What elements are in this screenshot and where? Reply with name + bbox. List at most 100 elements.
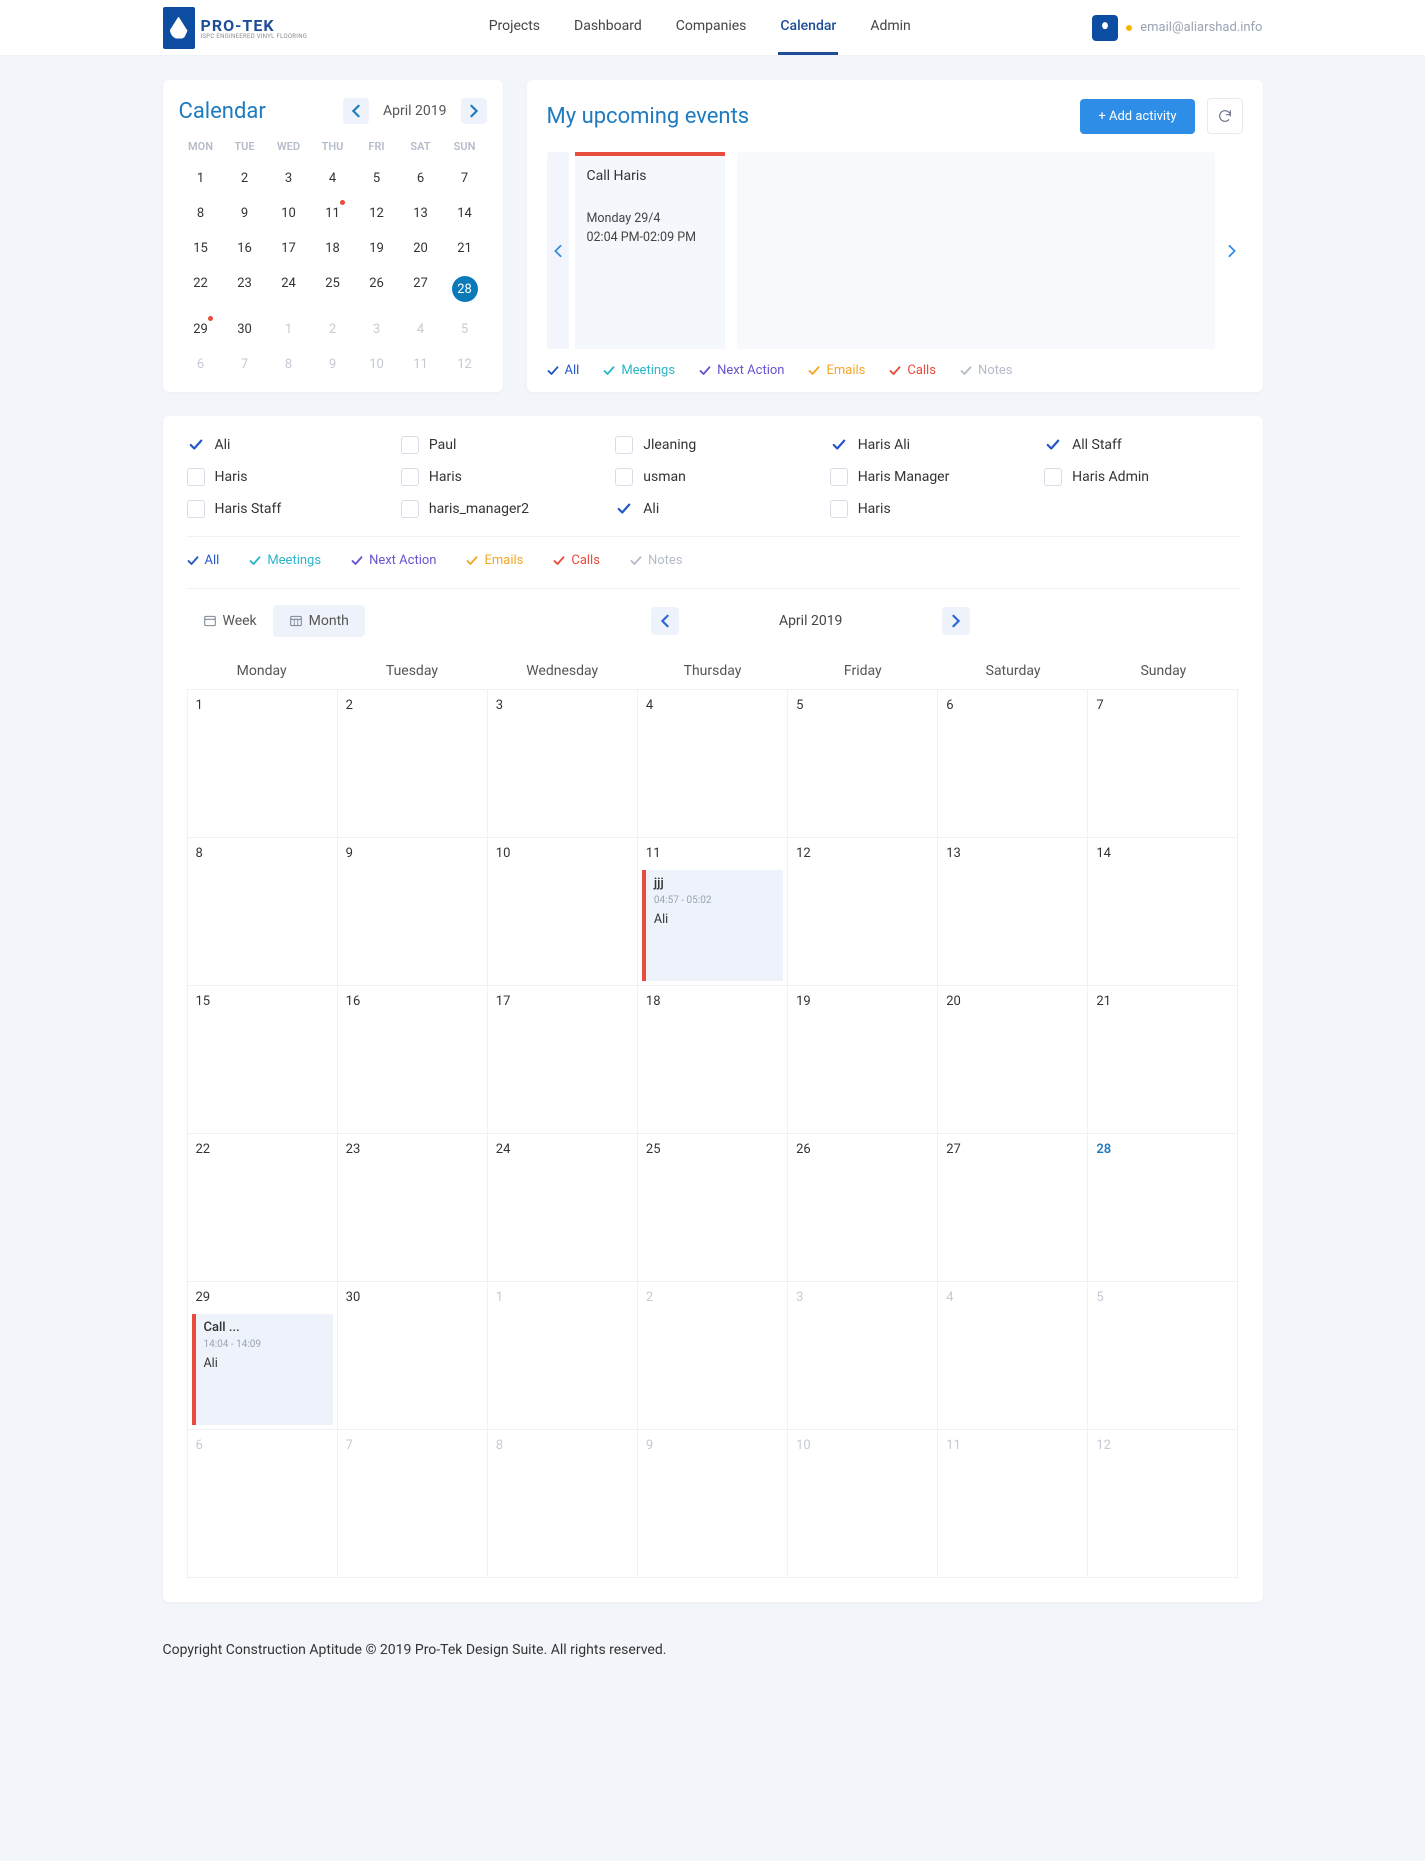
calendar-cell[interactable]: 23 bbox=[338, 1134, 488, 1282]
calendar-cell[interactable]: 26 bbox=[788, 1134, 938, 1282]
refresh-button[interactable] bbox=[1207, 98, 1243, 134]
calendar-cell[interactable]: 19 bbox=[788, 986, 938, 1134]
calendar-cell[interactable]: 28 bbox=[1088, 1134, 1238, 1282]
type-filter-next-action[interactable]: Next Action bbox=[351, 553, 436, 568]
mini-day[interactable]: 15 bbox=[179, 231, 223, 266]
calendar-cell[interactable]: 10 bbox=[788, 1430, 938, 1578]
calendar-cell[interactable]: 3 bbox=[788, 1282, 938, 1430]
calendar-cell[interactable]: 5 bbox=[1088, 1282, 1238, 1430]
calendar-cell[interactable]: 2 bbox=[338, 690, 488, 838]
calendar-cell[interactable]: 3 bbox=[488, 690, 638, 838]
mini-day[interactable]: 9 bbox=[223, 196, 267, 231]
events-filter-emails[interactable]: Emails bbox=[808, 363, 865, 378]
nav-item-dashboard[interactable]: Dashboard bbox=[572, 0, 644, 55]
mini-day[interactable]: 22 bbox=[179, 266, 223, 312]
calendar-cell[interactable]: 7 bbox=[338, 1430, 488, 1578]
mini-day[interactable]: 5 bbox=[355, 161, 399, 196]
mini-day[interactable]: 10 bbox=[355, 347, 399, 382]
calendar-event[interactable]: jjj04:57 - 05:02Ali bbox=[642, 870, 783, 981]
type-filter-meetings[interactable]: Meetings bbox=[249, 553, 321, 568]
mini-day[interactable]: 30 bbox=[223, 312, 267, 347]
mini-day[interactable]: 20 bbox=[399, 231, 443, 266]
type-filter-emails[interactable]: Emails bbox=[466, 553, 523, 568]
mini-day[interactable]: 19 bbox=[355, 231, 399, 266]
mini-day[interactable]: 24 bbox=[267, 266, 311, 312]
mini-day[interactable]: 14 bbox=[443, 196, 487, 231]
mini-day[interactable]: 12 bbox=[443, 347, 487, 382]
calendar-cell[interactable]: 20 bbox=[938, 986, 1088, 1134]
calendar-cell[interactable]: 11jjj04:57 - 05:02Ali bbox=[638, 838, 788, 986]
view-week-button[interactable]: Week bbox=[187, 605, 273, 637]
calendar-event[interactable]: Call ...14:04 - 14:09Ali bbox=[192, 1314, 333, 1425]
mini-day[interactable]: 10 bbox=[267, 196, 311, 231]
person-filter[interactable]: Haris Manager bbox=[830, 468, 1024, 486]
logo[interactable]: PRO-TEK ISPC ENGINEERED VINYL FLOORING bbox=[163, 7, 308, 49]
calendar-cell[interactable]: 14 bbox=[1088, 838, 1238, 986]
calendar-cell[interactable]: 1 bbox=[488, 1282, 638, 1430]
mini-day[interactable]: 1 bbox=[267, 312, 311, 347]
mini-day[interactable]: 2 bbox=[311, 312, 355, 347]
events-scroll-left[interactable] bbox=[547, 152, 569, 349]
mini-day[interactable]: 7 bbox=[223, 347, 267, 382]
person-filter[interactable]: Haris bbox=[401, 468, 595, 486]
calendar-cell[interactable]: 12 bbox=[788, 838, 938, 986]
mini-day[interactable]: 2 bbox=[223, 161, 267, 196]
calendar-cell[interactable]: 9 bbox=[338, 838, 488, 986]
month-prev-button[interactable] bbox=[651, 607, 679, 635]
add-activity-button[interactable]: + Add activity bbox=[1080, 99, 1194, 134]
mini-day[interactable]: 9 bbox=[311, 347, 355, 382]
mini-day[interactable]: 7 bbox=[443, 161, 487, 196]
person-filter[interactable]: All Staff bbox=[1044, 436, 1238, 454]
calendar-cell[interactable]: 24 bbox=[488, 1134, 638, 1282]
mini-day[interactable]: 27 bbox=[399, 266, 443, 312]
calendar-cell[interactable]: 16 bbox=[338, 986, 488, 1134]
calendar-cell[interactable]: 22 bbox=[188, 1134, 338, 1282]
type-filter-notes[interactable]: Notes bbox=[630, 553, 683, 568]
calendar-cell[interactable]: 17 bbox=[488, 986, 638, 1134]
calendar-cell[interactable]: 25 bbox=[638, 1134, 788, 1282]
mini-day[interactable]: 4 bbox=[399, 312, 443, 347]
person-filter[interactable]: Ali bbox=[187, 436, 381, 454]
mini-day[interactable]: 21 bbox=[443, 231, 487, 266]
nav-item-calendar[interactable]: Calendar bbox=[778, 0, 838, 55]
calendar-cell[interactable]: 13 bbox=[938, 838, 1088, 986]
calendar-cell[interactable]: 4 bbox=[938, 1282, 1088, 1430]
calendar-cell[interactable]: 21 bbox=[1088, 986, 1238, 1134]
mini-day[interactable]: 11 bbox=[399, 347, 443, 382]
events-scroll-right[interactable] bbox=[1221, 152, 1243, 349]
mini-day[interactable]: 6 bbox=[179, 347, 223, 382]
calendar-cell[interactable]: 6 bbox=[938, 690, 1088, 838]
mini-day[interactable]: 17 bbox=[267, 231, 311, 266]
mini-day[interactable]: 4 bbox=[311, 161, 355, 196]
calendar-cell[interactable]: 5 bbox=[788, 690, 938, 838]
person-filter[interactable]: usman bbox=[615, 468, 809, 486]
mini-day[interactable]: 3 bbox=[355, 312, 399, 347]
mini-day[interactable]: 29 bbox=[179, 312, 223, 347]
person-filter[interactable]: Haris Ali bbox=[830, 436, 1024, 454]
event-card[interactable]: Call Haris Monday 29/4 02:04 PM-02:09 PM bbox=[575, 152, 725, 349]
person-filter[interactable]: Haris Staff bbox=[187, 500, 381, 518]
mini-prev-button[interactable] bbox=[343, 98, 369, 124]
mini-day[interactable]: 26 bbox=[355, 266, 399, 312]
type-filter-all[interactable]: All bbox=[187, 553, 220, 568]
person-filter[interactable]: Jleaning bbox=[615, 436, 809, 454]
calendar-cell[interactable]: 8 bbox=[488, 1430, 638, 1578]
user-menu[interactable]: email@aliarshad.info bbox=[1092, 15, 1262, 41]
nav-item-admin[interactable]: Admin bbox=[868, 0, 912, 55]
calendar-cell[interactable]: 7 bbox=[1088, 690, 1238, 838]
calendar-cell[interactable]: 12 bbox=[1088, 1430, 1238, 1578]
calendar-cell[interactable]: 30 bbox=[338, 1282, 488, 1430]
events-filter-all[interactable]: All bbox=[547, 363, 580, 378]
mini-day[interactable]: 25 bbox=[311, 266, 355, 312]
events-filter-meetings[interactable]: Meetings bbox=[603, 363, 675, 378]
month-next-button[interactable] bbox=[942, 607, 970, 635]
events-filter-next-action[interactable]: Next Action bbox=[699, 363, 784, 378]
mini-day[interactable]: 6 bbox=[399, 161, 443, 196]
mini-next-button[interactable] bbox=[461, 98, 487, 124]
calendar-cell[interactable]: 29Call ...14:04 - 14:09Ali bbox=[188, 1282, 338, 1430]
calendar-cell[interactable]: 2 bbox=[638, 1282, 788, 1430]
calendar-cell[interactable]: 9 bbox=[638, 1430, 788, 1578]
calendar-cell[interactable]: 27 bbox=[938, 1134, 1088, 1282]
person-filter[interactable]: Ali bbox=[615, 500, 809, 518]
mini-day[interactable]: 23 bbox=[223, 266, 267, 312]
